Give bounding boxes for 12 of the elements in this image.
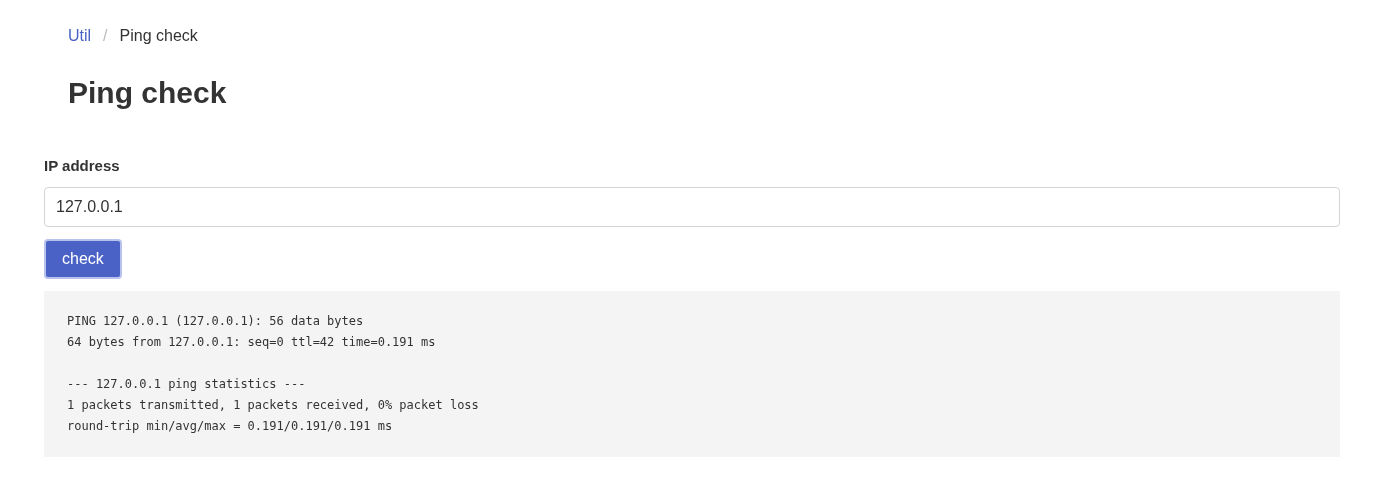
check-button[interactable]: check xyxy=(44,239,122,279)
page-title: Ping check xyxy=(68,75,228,111)
breadcrumb-current: Ping check xyxy=(119,27,198,45)
field-label: IP address xyxy=(44,157,121,176)
output-line: round-trip min/avg/max = 0.191/0.191/0.191 ms xyxy=(67,418,394,435)
breadcrumb-separator: / xyxy=(103,27,108,45)
output-line: --- 127.0.0.1 ping statistics --- xyxy=(67,376,307,393)
breadcrumb-link[interactable]: Util xyxy=(68,27,92,45)
output-line: 1 packets transmitted, 1 packets received, 0% packet loss xyxy=(67,397,480,414)
output-line: 64 bytes from 127.0.0.1: seq=0 ttl=42 time=0.191 ms xyxy=(67,334,437,351)
ip-address-field[interactable]: 127.0.0.1 xyxy=(44,187,1340,227)
output-line: PING 127.0.0.1 (127.0.0.1): 56 data bytes xyxy=(67,313,365,330)
